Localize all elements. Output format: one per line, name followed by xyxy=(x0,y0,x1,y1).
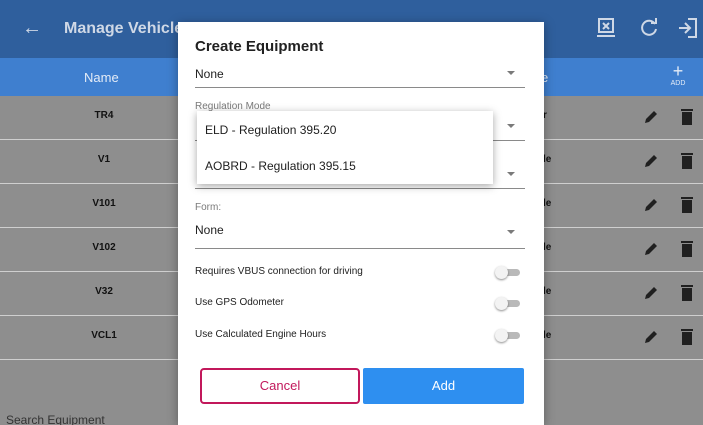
toggle-row-vbus: Requires VBUS connection for driving xyxy=(195,262,525,282)
equipment-type: le xyxy=(543,330,552,341)
add-button-label: ADD xyxy=(670,80,686,87)
dropdown-option-aobrd[interactable]: AOBRD - Regulation 395.15 xyxy=(205,159,356,173)
toggle-label: Use Calculated Engine Hours xyxy=(195,329,327,340)
chevron-down-icon xyxy=(507,124,515,128)
chevron-down-icon xyxy=(507,230,515,234)
dialog-title: Create Equipment xyxy=(195,38,324,55)
logout-icon[interactable] xyxy=(676,16,700,40)
select-value: None xyxy=(195,67,224,81)
engine-hours-toggle[interactable] xyxy=(495,329,521,342)
equipment-type: le xyxy=(543,154,552,165)
add-button[interactable]: Add xyxy=(363,368,524,404)
search-equipment-input[interactable]: Search Equipment xyxy=(6,413,105,425)
chevron-down-icon xyxy=(507,172,515,176)
pencil-icon[interactable] xyxy=(642,108,660,126)
refresh-icon[interactable] xyxy=(637,16,661,40)
add-equipment-button[interactable]: + ADD xyxy=(664,62,692,88)
equipment-name: V102 xyxy=(92,242,116,253)
chevron-down-icon xyxy=(507,71,515,75)
form-select[interactable]: None xyxy=(195,218,525,249)
pencil-icon[interactable] xyxy=(642,240,660,258)
trash-icon[interactable] xyxy=(680,152,694,170)
column-header-name[interactable]: Name xyxy=(84,70,119,85)
toggle-label: Use GPS Odometer xyxy=(195,297,284,308)
regulation-mode-dropdown: ELD - Regulation 395.20 AOBRD - Regulati… xyxy=(197,111,493,184)
equipment-type-select[interactable]: None xyxy=(195,62,525,88)
trash-icon[interactable] xyxy=(680,108,694,126)
cancel-button[interactable]: Cancel xyxy=(200,368,360,404)
form-select-value: None xyxy=(195,223,224,237)
pencil-icon[interactable] xyxy=(642,328,660,346)
trash-icon[interactable] xyxy=(680,240,694,258)
create-equipment-dialog: Create Equipment None Regulation Mode Fo… xyxy=(178,22,544,425)
pencil-icon[interactable] xyxy=(642,284,660,302)
toggle-row-engine-hours: Use Calculated Engine Hours xyxy=(195,325,525,345)
plus-icon: + xyxy=(672,61,684,81)
toggle-row-gps-odometer: Use GPS Odometer xyxy=(195,293,525,313)
equipment-type: le xyxy=(543,198,552,209)
gps-odometer-toggle[interactable] xyxy=(495,297,521,310)
trash-icon[interactable] xyxy=(680,196,694,214)
equipment-name: VCL1 xyxy=(91,330,117,341)
vbus-toggle[interactable] xyxy=(495,266,521,279)
pencil-icon[interactable] xyxy=(642,196,660,214)
form-label: Form: xyxy=(195,202,222,213)
trash-icon[interactable] xyxy=(680,284,694,302)
trash-icon[interactable] xyxy=(680,328,694,346)
arrow-left-icon[interactable]: ← xyxy=(22,18,42,38)
toggle-label: Requires VBUS connection for driving xyxy=(195,266,363,277)
page-title: Manage Vehicles xyxy=(64,20,193,37)
equipment-name: V32 xyxy=(95,286,113,297)
dropdown-option-eld[interactable]: ELD - Regulation 395.20 xyxy=(205,123,336,137)
equipment-name: V1 xyxy=(97,154,111,165)
sync-device-icon[interactable] xyxy=(594,16,618,40)
equipment-type: le xyxy=(543,242,552,253)
equipment-name: TR4 xyxy=(94,110,114,121)
equipment-type: le xyxy=(543,286,552,297)
equipment-name: V101 xyxy=(92,198,116,209)
pencil-icon[interactable] xyxy=(642,152,660,170)
